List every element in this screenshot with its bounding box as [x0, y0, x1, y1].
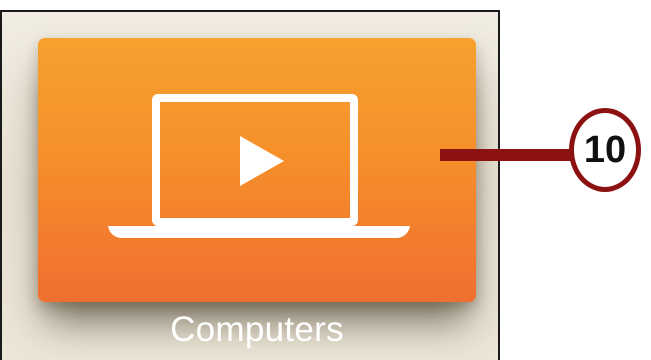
tile-label: Computers — [170, 310, 344, 349]
laptop-play-icon — [108, 94, 410, 238]
callout-number-badge: 10 — [569, 108, 641, 192]
computers-app-tile[interactable] — [38, 38, 476, 302]
callout-line — [440, 149, 572, 161]
tv-screen: Computers — [0, 10, 500, 360]
